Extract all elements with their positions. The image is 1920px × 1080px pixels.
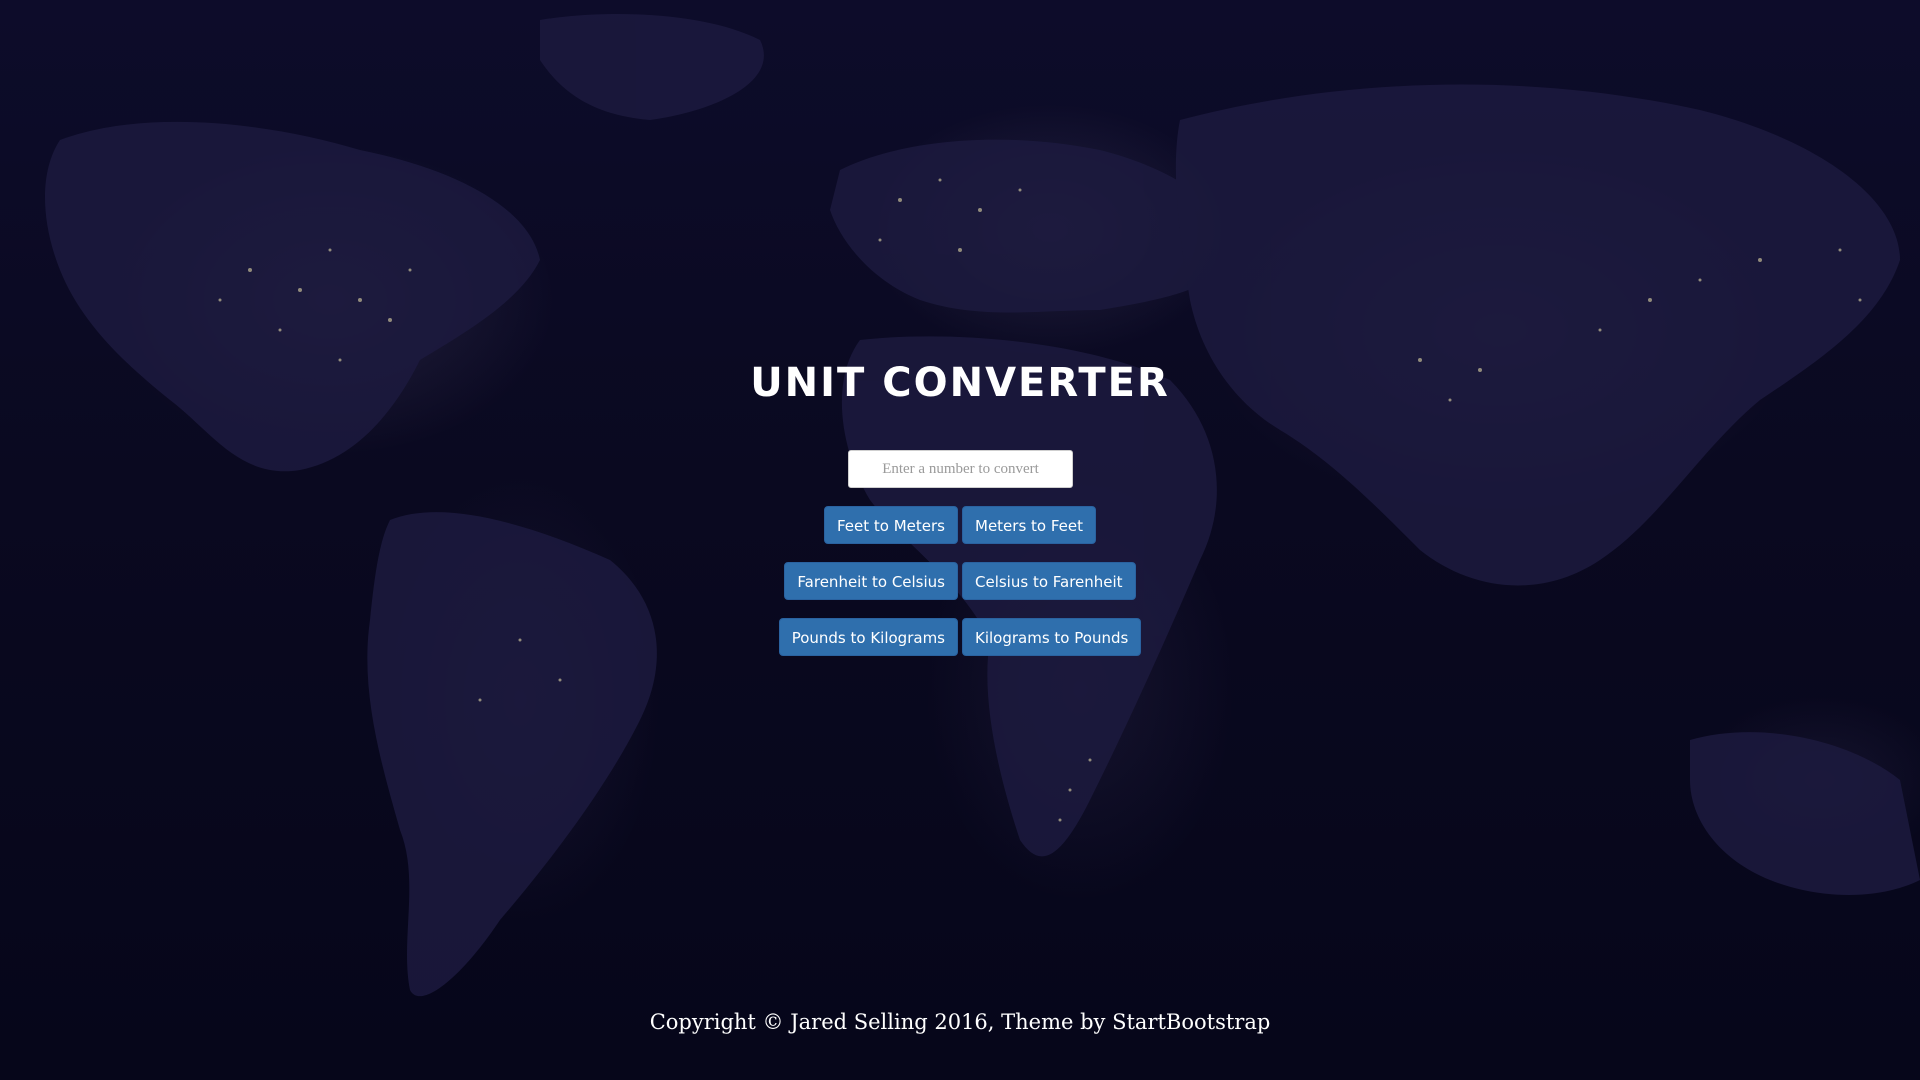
copyright-text: Copyright © Jared Selling 2016, Theme by <box>649 1010 1113 1034</box>
celsius-to-farenheit-button[interactable]: Celsius to Farenheit <box>962 562 1136 600</box>
kilograms-to-pounds-button[interactable]: Kilograms to Pounds <box>962 618 1142 656</box>
number-input[interactable] <box>848 450 1073 488</box>
startbootstrap-link[interactable]: StartBootstrap <box>1112 1010 1270 1034</box>
button-row-weight: Pounds to Kilograms Kilograms to Pounds <box>0 618 1920 656</box>
input-container <box>848 450 1073 488</box>
button-row-temperature: Farenheit to Celsius Celsius to Farenhei… <box>0 562 1920 600</box>
main-content: UNIT CONVERTER Feet to Meters Meters to … <box>0 0 1920 1080</box>
farenheit-to-celsius-button[interactable]: Farenheit to Celsius <box>784 562 958 600</box>
page-title: UNIT CONVERTER <box>750 360 1170 406</box>
button-row-length: Feet to Meters Meters to Feet <box>0 506 1920 544</box>
footer: Copyright © Jared Selling 2016, Theme by… <box>0 1010 1920 1034</box>
meters-to-feet-button[interactable]: Meters to Feet <box>962 506 1097 544</box>
pounds-to-kilograms-button[interactable]: Pounds to Kilograms <box>778 618 958 656</box>
feet-to-meters-button[interactable]: Feet to Meters <box>823 506 958 544</box>
